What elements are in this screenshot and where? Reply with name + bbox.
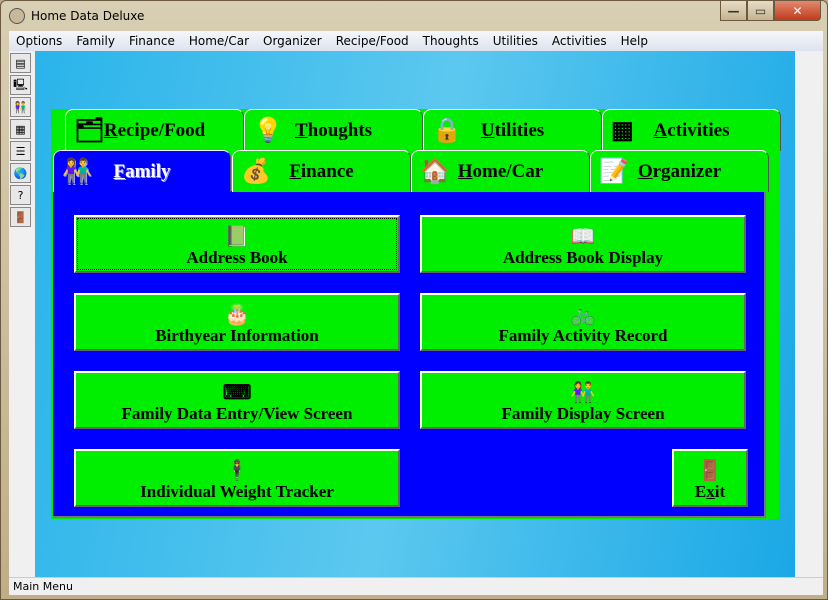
people-icon: 👫	[13, 100, 28, 114]
exit-door-toolbar-button[interactable]: 🚪	[10, 207, 31, 227]
people-toolbar-button[interactable]: 👫	[10, 97, 31, 117]
tab-label: Home/Car	[457, 160, 544, 182]
menu-family[interactable]: Family	[69, 34, 122, 48]
family-display-screen-button[interactable]: 👫 Family Display Screen	[420, 371, 746, 429]
file-box-icon: 🗂	[74, 118, 105, 144]
button-label: Family Data Entry/View Screen	[121, 404, 353, 423]
maximize-button[interactable]: ▭	[747, 1, 774, 21]
tab-label: Recipe/Food	[103, 119, 206, 141]
menu-utilities[interactable]: Utilities	[486, 34, 545, 48]
left-toolbar: ▤ 🖳 👫 ▦ ☰ 🌎? 🚪	[9, 51, 35, 577]
lightbulb-icon: 💡	[253, 118, 283, 144]
exit-label: Exit	[694, 482, 726, 501]
menu-help[interactable]: Help	[614, 34, 655, 48]
menu-recipe-food[interactable]: Recipe/Food	[329, 34, 416, 48]
exit-door-icon: 🚪	[697, 460, 723, 482]
tab-home-car[interactable]: 🏠 Home/Car	[411, 150, 590, 192]
tab-family[interactable]: 👫 Family	[53, 150, 231, 192]
close-button[interactable]: ✕	[774, 1, 821, 21]
window-title: Home Data Deluxe	[31, 9, 145, 23]
couple-icon: 👫	[570, 382, 596, 404]
tab-organizer[interactable]: 📝 Organizer	[590, 150, 769, 192]
tab-finance[interactable]: 💰 Finance	[232, 150, 411, 192]
help-icon: ?	[17, 188, 24, 202]
list-toolbar-button[interactable]: ☰	[10, 141, 31, 161]
menu-home-car[interactable]: Home/Car	[182, 34, 256, 48]
globe-toolbar-button[interactable]: 🌎	[10, 163, 31, 183]
tab-label: Activities	[653, 119, 730, 141]
person-icon: 🕴	[224, 460, 250, 482]
birthyear-information-button[interactable]: 🎂 Birthyear Information	[74, 293, 400, 351]
address-book-display-button[interactable]: 📖 Address Book Display	[420, 215, 746, 273]
menu-bar: Options Family Finance Home/Car Organizer Rec…	[9, 31, 823, 51]
tab-thoughts[interactable]: 💡 Thoughts	[244, 109, 423, 151]
tab-activities[interactable]: ▦ Activities	[602, 109, 781, 151]
keyboard-icon: ⌨	[222, 382, 252, 404]
moneybag-icon: 💰	[241, 159, 271, 185]
menu-activities[interactable]: Activities	[545, 34, 614, 48]
menu-finance[interactable]: Finance	[122, 34, 182, 48]
tab-utilities[interactable]: 🔒 Utilities	[423, 109, 602, 151]
notepad-icon: ▤	[15, 56, 26, 70]
family-data-entry-view-screen-button[interactable]: ⌨ Family Data Entry/View Screen	[74, 371, 400, 429]
family-icon: 👫	[62, 159, 92, 185]
computer-toolbar-button[interactable]: 🖳	[10, 75, 31, 95]
right-margin	[795, 51, 823, 577]
button-label: Address Book	[186, 248, 288, 267]
bicycle-icon: 🚲	[570, 304, 596, 326]
address-book-icon: 📗	[224, 226, 250, 248]
computer-icon: 🖳	[13, 77, 28, 91]
menu-thoughts[interactable]: Thoughts	[416, 34, 486, 48]
notepad-toolbar-button[interactable]: ▤	[10, 53, 31, 73]
status-bar: Main Menu	[9, 577, 823, 595]
calendar-icon: ▦	[15, 122, 26, 136]
crossword-icon: ▦	[611, 118, 634, 144]
app-icon	[9, 8, 25, 24]
tab-recipe-food[interactable]: 🗂 Recipe/Food	[65, 109, 244, 151]
address-book-button[interactable]: 📗 Address Book	[74, 215, 400, 273]
list-icon: ☰	[15, 144, 26, 158]
tab-label: Organizer	[637, 160, 722, 182]
button-label: Address Book Display	[502, 248, 664, 267]
menu-organizer[interactable]: Organizer	[256, 34, 329, 48]
house-car-icon: 🏠	[420, 159, 450, 185]
tab-label: Family	[113, 160, 171, 182]
open-book-icon: 📖	[570, 226, 596, 248]
button-label: Family Display Screen	[501, 404, 665, 423]
globe-icon: 🌎	[13, 166, 28, 180]
tab-label: Finance	[289, 160, 354, 182]
title-bar: Home Data Deluxe	[9, 5, 144, 27]
notepad-pen-icon: 📝	[599, 159, 629, 185]
app-window: Home Data Deluxe — ▭ ✕ Options Family Financ…	[0, 0, 828, 600]
button-label: Birthyear Information	[155, 326, 319, 345]
tab-label: Thoughts	[294, 119, 373, 141]
button-label: Family Activity Record	[498, 326, 668, 345]
menu-options[interactable]: Options	[9, 34, 69, 48]
calendar-toolbar-button[interactable]: ▦	[10, 119, 31, 139]
button-label: Individual Weight Tracker	[140, 482, 334, 501]
minimize-button[interactable]: —	[720, 1, 747, 21]
individual-weight-tracker-button[interactable]: 🕴 Individual Weight Tracker	[74, 449, 400, 507]
tab-label: Utilities	[480, 119, 545, 141]
family-activity-record-button[interactable]: 🚲 Family Activity Record	[420, 293, 746, 351]
padlock-icon: 🔒	[432, 118, 462, 144]
help-toolbar-button[interactable]: ?	[10, 185, 31, 205]
birthday-cake-icon: 🎂	[224, 304, 250, 326]
exit-button[interactable]: 🚪 Exit	[672, 449, 748, 507]
exit-door-icon: 🚪	[13, 210, 28, 224]
